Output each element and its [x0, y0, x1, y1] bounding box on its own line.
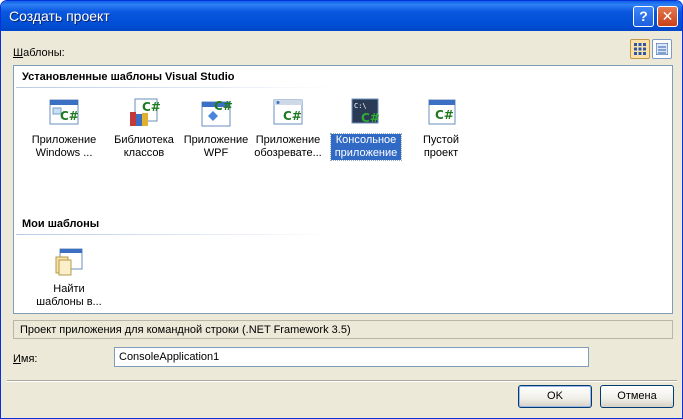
templates-label-text: аблоны:: [23, 47, 65, 59]
template-label: Пустой проект: [423, 134, 459, 159]
template-label: Приложение WPF: [183, 134, 249, 159]
my-templates-header: Мои шаблоны: [22, 218, 312, 235]
small-icons-view-button[interactable]: [652, 39, 672, 59]
windows-forms-csharp-icon: C#: [47, 96, 81, 130]
template-label: Библиотека классов: [114, 134, 174, 159]
help-button[interactable]: ?: [633, 6, 654, 27]
csharp-glyph: C#: [435, 108, 454, 122]
close-button[interactable]: ✕: [657, 6, 678, 27]
template-label: Приложение обозревате...: [254, 134, 322, 159]
templates-panel[interactable]: Установленные шаблоны Visual Studio C# П…: [13, 65, 673, 314]
templates-label-accelerator: Ш: [13, 47, 24, 59]
small-icons-view-icon: [656, 43, 668, 55]
csharp-glyph: C#: [214, 99, 233, 113]
csharp-glyph: C#: [283, 109, 302, 123]
name-label: Имя:: [13, 353, 37, 365]
template-browser-app[interactable]: C# Приложение обозревате...: [253, 96, 323, 160]
console-glyph: C:\: [354, 102, 367, 110]
empty-project-csharp-icon: C#: [424, 96, 458, 130]
create-project-dialog: Создать проект ? ✕ Шаблоны: Установленны…: [0, 0, 683, 419]
csharp-glyph: C#: [361, 111, 380, 125]
template-empty-project[interactable]: C# Пустой проект: [406, 96, 476, 160]
cancel-button[interactable]: Отмена: [600, 385, 674, 408]
large-icons-view-button[interactable]: [630, 39, 650, 59]
template-windows-forms[interactable]: C# Приложение Windows ...: [29, 96, 99, 160]
template-label: Приложение Windows ...: [31, 134, 97, 159]
footer-separator: [7, 380, 677, 382]
template-label: Найти шаблоны в...: [36, 283, 102, 308]
template-class-library[interactable]: C# Библиотека классов: [109, 96, 179, 160]
title-bar[interactable]: Создать проект ? ✕: [1, 1, 682, 31]
template-description: Проект приложения для командной строки (…: [13, 320, 673, 339]
csharp-glyph: C#: [142, 100, 161, 114]
name-label-text: мя:: [20, 353, 38, 365]
ok-button[interactable]: OK: [518, 385, 592, 408]
window-title: Создать проект: [9, 8, 110, 24]
name-label-accelerator: И: [13, 353, 21, 365]
class-library-csharp-icon: C#: [127, 96, 161, 130]
group-divider: [16, 234, 336, 235]
large-icons-view-icon: [634, 43, 646, 55]
template-search-online[interactable]: Найти шаблоны в...: [34, 245, 104, 309]
template-console-app[interactable]: C:\ C# Консольное приложение: [330, 96, 402, 161]
browser-app-csharp-icon: C#: [271, 96, 305, 130]
template-wpf[interactable]: C# Приложение WPF: [181, 96, 251, 160]
templates-label: Шаблоны:: [13, 47, 65, 59]
project-name-input[interactable]: [114, 347, 589, 367]
dialog-client-area: Шаблоны: Установленные шаблоны Visual St…: [4, 31, 680, 417]
template-label: Консольное приложение: [330, 133, 402, 161]
csharp-glyph: C#: [60, 109, 79, 123]
search-templates-icon: [52, 245, 86, 279]
console-app-csharp-icon: C:\ C#: [349, 96, 383, 130]
wpf-csharp-icon: C#: [199, 96, 233, 130]
group-divider: [16, 87, 336, 88]
installed-templates-header: Установленные шаблоны Visual Studio: [22, 71, 312, 88]
